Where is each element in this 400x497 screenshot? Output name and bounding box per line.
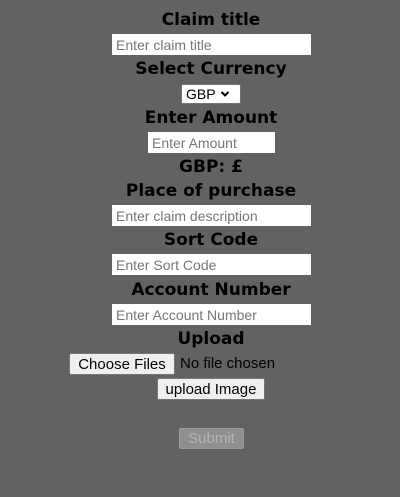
claim-form: Claim title Select Currency GBP Enter Am… — [0, 0, 400, 497]
upload-image-button[interactable]: upload Image — [157, 378, 265, 400]
place-of-purchase-input[interactable] — [112, 205, 311, 226]
sort-code-input[interactable] — [112, 254, 311, 275]
sort-code-label: Sort Code — [163, 230, 259, 250]
submit-button[interactable]: Submit — [179, 428, 244, 449]
currency-label: Select Currency — [135, 59, 287, 79]
account-number-input[interactable] — [112, 304, 311, 325]
place-of-purchase-label: Place of purchase — [125, 181, 297, 201]
currency-selected-value: GBP — [186, 86, 216, 102]
choose-files-button[interactable]: Choose Files — [69, 353, 175, 375]
upload-label: Upload — [177, 329, 245, 349]
amount-label: Enter Amount — [144, 108, 278, 128]
amount-input[interactable] — [148, 132, 275, 153]
claim-title-input[interactable] — [112, 34, 311, 55]
chevron-down-icon — [220, 89, 230, 99]
currency-select[interactable]: GBP — [181, 84, 241, 104]
currency-symbol-text: GBP: £ — [179, 157, 243, 177]
file-status-text: No file chosen — [180, 355, 276, 372]
account-number-label: Account Number — [131, 280, 291, 300]
claim-title-label: Claim title — [161, 10, 261, 30]
